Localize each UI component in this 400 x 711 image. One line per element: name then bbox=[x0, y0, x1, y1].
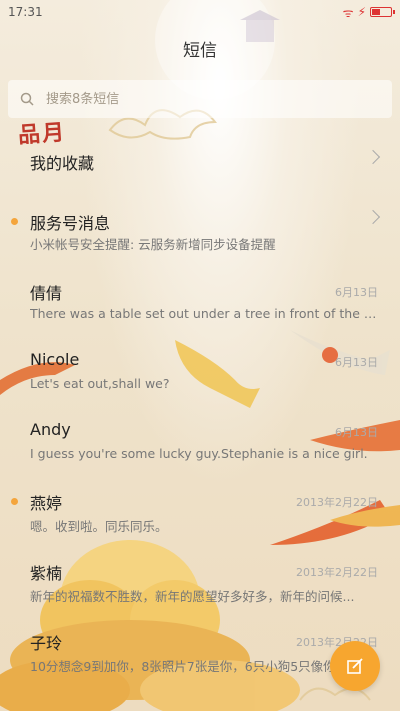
chevron-right-icon bbox=[365, 209, 381, 225]
battery-icon bbox=[370, 7, 395, 17]
list-item-conversation[interactable]: Andy 6月13日 I guess you're some lucky guy… bbox=[0, 400, 400, 470]
chevron-right-icon bbox=[365, 149, 381, 165]
status-time: 17:31 bbox=[8, 5, 43, 19]
conversation-date: 6月13日 bbox=[335, 356, 378, 369]
list-item-conversation[interactable]: 紫楠 2013年2月22日 新年的祝福数不胜数，新年的愿望好多好多，新年的问候.… bbox=[0, 540, 400, 610]
compose-icon bbox=[347, 658, 363, 674]
conversation-preview: 10分想念9到加你，8张照片7张是你，6只小狗5只像你 bbox=[30, 659, 336, 674]
conversation-date: 2013年2月22日 bbox=[296, 496, 378, 509]
conversation-date: 6月13日 bbox=[335, 286, 378, 299]
conversation-name: 服务号消息 bbox=[30, 214, 111, 233]
conversation-preview: 嗯。收到啦。同乐同乐。 bbox=[30, 519, 168, 534]
conversation-preview: 新年的祝福数不胜数，新年的愿望好多好多，新年的问候... bbox=[30, 589, 355, 604]
search-input[interactable] bbox=[44, 90, 348, 108]
conversation-name: 倩倩 bbox=[30, 284, 63, 303]
conversation-preview: Let's eat out,shall we? bbox=[30, 376, 170, 391]
unread-dot-icon bbox=[11, 498, 18, 505]
status-bar: 17:31 ᯤ ⚡ bbox=[0, 0, 400, 24]
signal-icon: ᯤ bbox=[342, 5, 354, 20]
conversation-preview: There was a table set out under a tree i… bbox=[30, 306, 378, 321]
charging-icon: ⚡ bbox=[357, 5, 366, 19]
conversation-date: 6月13日 bbox=[335, 426, 378, 439]
list-item-conversation[interactable]: 燕婷 2013年2月22日 嗯。收到啦。同乐同乐。 bbox=[0, 470, 400, 540]
conversation-name: 紫楠 bbox=[30, 564, 63, 583]
search-icon bbox=[20, 92, 34, 106]
page-title: 短信 bbox=[183, 41, 217, 61]
status-indicators: ᯤ ⚡ bbox=[342, 4, 395, 21]
compose-button[interactable] bbox=[330, 641, 380, 691]
conversation-name: 子玲 bbox=[30, 634, 63, 653]
conversation-name: 燕婷 bbox=[30, 494, 63, 513]
list-item-conversation[interactable]: 倩倩 6月13日 There was a table set out under… bbox=[0, 260, 400, 330]
unread-dot-icon bbox=[11, 218, 18, 225]
conversation-name: Andy bbox=[30, 420, 71, 439]
list-item-conversation[interactable]: Nicole 6月13日 Let's eat out,shall we? bbox=[0, 330, 400, 400]
search-bar[interactable] bbox=[8, 80, 392, 118]
conversation-name: 我的收藏 bbox=[30, 154, 95, 173]
conversation-preview: I guess you're some lucky guy.Stephanie … bbox=[30, 446, 368, 461]
conversation-date: 2013年2月22日 bbox=[296, 566, 378, 579]
conversation-name: Nicole bbox=[30, 350, 80, 369]
list-item-service[interactable]: 服务号消息 小米帐号安全提醒: 云服务新增同步设备提醒 bbox=[0, 190, 400, 260]
conversation-preview: 小米帐号安全提醒: 云服务新增同步设备提醒 bbox=[30, 237, 276, 252]
